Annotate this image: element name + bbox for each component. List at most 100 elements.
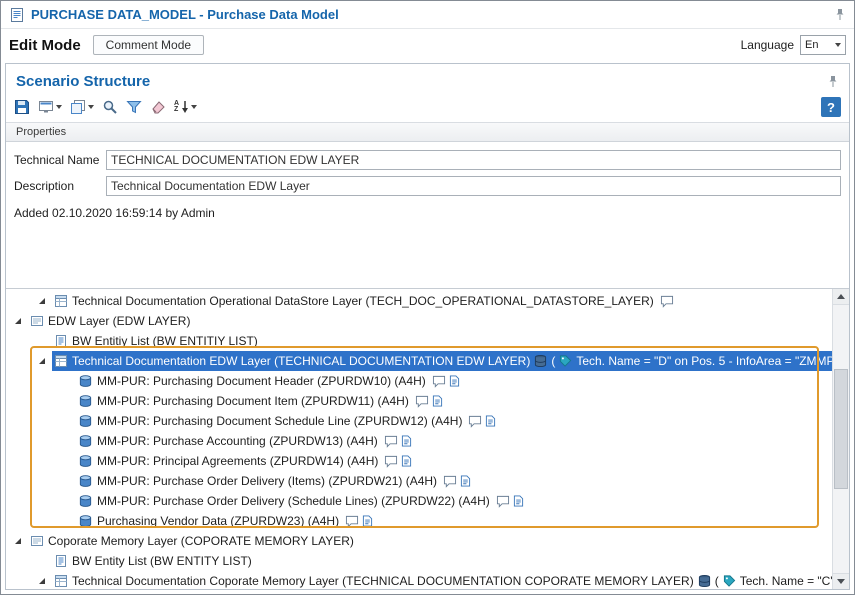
document-icon[interactable] (432, 394, 443, 408)
technical-name-input[interactable] (106, 150, 841, 170)
tree-row-body: MM-PUR: Purchase Order Delivery (Items) … (76, 471, 832, 491)
filter-button[interactable] (126, 99, 142, 115)
row-trail-icons (496, 494, 524, 508)
scroll-up-button[interactable] (833, 289, 849, 305)
chevron-down-icon (88, 105, 94, 109)
row-trail-icons (345, 514, 373, 528)
row-trail-icons (432, 374, 460, 388)
meta-open-paren: ( (715, 574, 719, 588)
tree-row-body: Technical Documentation Coporate Memory … (52, 571, 832, 589)
tab-properties[interactable]: Properties (6, 122, 849, 142)
tree-row-body: EDW Layer (EDW LAYER) (28, 311, 832, 331)
language-select[interactable]: En (800, 35, 846, 55)
comment-icon[interactable] (432, 375, 446, 388)
comment-icon[interactable] (496, 495, 510, 508)
tree-row-body: BW Entity List (BW ENTITY LIST) (52, 551, 832, 571)
comment-icon[interactable] (384, 435, 398, 448)
dso-cylinder-icon (78, 433, 93, 449)
naming-convention-text: Tech. Name = "D" on Pos. 5 - InfoArea = … (576, 354, 832, 368)
scenario-tree: Technical Documentation Operational Data… (6, 288, 849, 589)
tree-row-label: MM-PUR: Purchasing Document Item (ZPURDW… (97, 394, 409, 408)
vertical-scrollbar[interactable] (832, 289, 849, 589)
dso-cylinder-icon (78, 473, 93, 489)
tree-row-edw-techdoc-selected[interactable]: Technical Documentation EDW Layer (TECHN… (6, 351, 832, 371)
tree-row-label: BW Entitiy List (BW ENTITIY LIST) (72, 334, 258, 348)
copy-structure-button[interactable] (70, 99, 94, 115)
tree-row-zpurdw10[interactable]: MM-PUR: Purchasing Document Header (ZPUR… (6, 371, 832, 391)
panel-pin-icon[interactable] (827, 75, 839, 88)
scroll-down-button[interactable] (833, 573, 849, 589)
filter-icon (126, 99, 142, 115)
tree-row-label: MM-PUR: Purchasing Document Header (ZPUR… (97, 374, 426, 388)
comment-icon[interactable] (345, 515, 359, 528)
comment-mode-button[interactable]: Comment Mode (93, 35, 204, 55)
document-icon[interactable] (513, 494, 524, 508)
tree-row-label: Technical Documentation EDW Layer (TECHN… (72, 354, 530, 368)
panel-title: Scenario Structure (16, 73, 150, 90)
document-icon[interactable] (401, 454, 412, 468)
table-icon (54, 354, 68, 368)
edit-mode-label: Edit Mode (9, 37, 81, 54)
tree-row-body: Technical Documentation Operational Data… (52, 291, 832, 311)
tree-row-zpurdw23[interactable]: Purchasing Vendor Data (ZPURDW23) (A4H) (6, 511, 832, 531)
dso-cylinder-icon (78, 393, 93, 409)
search-icon (102, 99, 118, 115)
dso-cylinder-icon (78, 493, 93, 509)
tree-row-edw-layer[interactable]: EDW Layer (EDW LAYER) (6, 311, 832, 331)
meta-open-paren: ( (551, 354, 555, 368)
save-button[interactable] (14, 99, 30, 115)
dso-cylinder-icon (78, 373, 93, 389)
database-icon (698, 574, 711, 588)
tree-row-bw-entity-list-cm[interactable]: BW Entity List (BW ENTITY LIST) (6, 551, 832, 571)
pin-icon[interactable] (834, 8, 846, 21)
dso-cylinder-icon (78, 453, 93, 469)
tree-row-ods-techdoc[interactable]: Technical Documentation Operational Data… (6, 291, 832, 311)
chevron-down-icon (835, 43, 841, 47)
sort-az-icon: A Z (174, 101, 179, 113)
comment-icon[interactable] (384, 455, 398, 468)
tree-row-body: Coporate Memory Layer (COPORATE MEMORY L… (28, 531, 832, 551)
tree-row-bw-entity-list-edw[interactable]: BW Entitiy List (BW ENTITIY LIST) (6, 331, 832, 351)
display-icon (38, 99, 54, 115)
expander-icon[interactable] (14, 317, 28, 325)
tree-row-zpurdw14[interactable]: MM-PUR: Principal Agreements (ZPURDW14) … (6, 451, 832, 471)
scrollbar-thumb[interactable] (834, 369, 848, 489)
comment-icon[interactable] (660, 295, 674, 308)
tree-row-zpurdw11[interactable]: MM-PUR: Purchasing Document Item (ZPURDW… (6, 391, 832, 411)
search-button[interactable] (102, 99, 118, 115)
layer-icon (30, 314, 44, 328)
document-icon[interactable] (485, 414, 496, 428)
comment-icon[interactable] (468, 415, 482, 428)
document-icon[interactable] (449, 374, 460, 388)
tree-row-corporate-memory-layer[interactable]: Coporate Memory Layer (COPORATE MEMORY L… (6, 531, 832, 551)
display-options-button[interactable] (38, 99, 62, 115)
tree-row-label: MM-PUR: Purchase Accounting (ZPURDW13) (… (97, 434, 378, 448)
tree-rows: Technical Documentation Operational Data… (6, 289, 832, 589)
expander-icon[interactable] (38, 297, 52, 305)
tree-row-label: BW Entity List (BW ENTITY LIST) (72, 554, 252, 568)
tree-row-body: MM-PUR: Purchasing Document Schedule Lin… (76, 411, 832, 431)
help-button[interactable]: ? (821, 97, 841, 117)
comment-icon[interactable] (443, 475, 457, 488)
expander-icon[interactable] (38, 577, 52, 585)
list-icon (54, 334, 68, 348)
expander-icon[interactable] (38, 357, 52, 365)
row-trail-icons (415, 394, 443, 408)
tree-row-cm-techdoc[interactable]: Technical Documentation Coporate Memory … (6, 571, 832, 589)
tree-row-body: Technical Documentation EDW Layer (TECHN… (52, 351, 832, 371)
app-icon (9, 7, 25, 23)
tree-row-zpurdw13[interactable]: MM-PUR: Purchase Accounting (ZPURDW13) (… (6, 431, 832, 451)
mode-bar: Edit Mode Comment Mode Language En (1, 29, 854, 61)
description-input[interactable] (106, 176, 841, 196)
tree-row-zpurdw21[interactable]: MM-PUR: Purchase Order Delivery (Items) … (6, 471, 832, 491)
expander-icon[interactable] (14, 537, 28, 545)
document-icon[interactable] (401, 434, 412, 448)
document-icon[interactable] (362, 514, 373, 528)
row-trail-icons (468, 414, 496, 428)
comment-icon[interactable] (415, 395, 429, 408)
document-icon[interactable] (460, 474, 471, 488)
tree-row-zpurdw12[interactable]: MM-PUR: Purchasing Document Schedule Lin… (6, 411, 832, 431)
tree-row-zpurdw22[interactable]: MM-PUR: Purchase Order Delivery (Schedul… (6, 491, 832, 511)
clear-filter-button[interactable] (150, 99, 166, 115)
sort-button[interactable]: A Z (174, 100, 197, 114)
